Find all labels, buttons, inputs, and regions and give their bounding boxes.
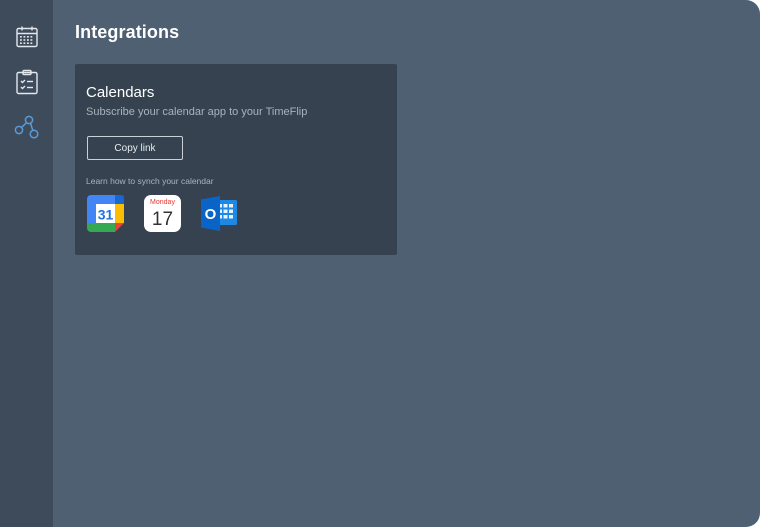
google-calendar-icon: 31 <box>87 195 124 232</box>
sidebar-item-integrations[interactable] <box>0 108 53 148</box>
sidebar <box>0 0 53 527</box>
app-window: Integrations Calendars Subscribe your ca… <box>0 0 760 527</box>
calendars-card: Calendars Subscribe your calendar app to… <box>75 64 397 255</box>
google-calendar-link[interactable]: 31 <box>87 195 124 232</box>
copy-link-button[interactable]: Copy link <box>87 136 183 160</box>
calendar-icon <box>15 26 38 48</box>
learn-sync-text: Learn how to synch your calendar <box>86 176 214 186</box>
outlook-calendar-icon: O <box>201 196 237 231</box>
card-title: Calendars <box>86 84 155 101</box>
clipboard-checklist-icon <box>15 69 38 95</box>
page-title: Integrations <box>75 22 180 42</box>
outlook-calendar-link[interactable]: O <box>200 195 237 232</box>
apple-calendar-icon: Monday 17 <box>144 195 181 232</box>
apple-calendar-date: 17 <box>152 209 173 230</box>
sidebar-item-calendar[interactable] <box>0 17 53 57</box>
card-subtitle: Subscribe your calendar app to your Time… <box>86 106 308 118</box>
outlook-letter: O <box>205 206 217 223</box>
google-calendar-date: 31 <box>98 207 114 223</box>
integrations-share-icon <box>14 115 39 139</box>
apple-calendar-link[interactable]: Monday 17 <box>144 195 181 232</box>
sidebar-item-tasks[interactable] <box>0 62 53 102</box>
apple-calendar-day: Monday <box>150 199 175 206</box>
main-content: Integrations Calendars Subscribe your ca… <box>53 0 760 527</box>
